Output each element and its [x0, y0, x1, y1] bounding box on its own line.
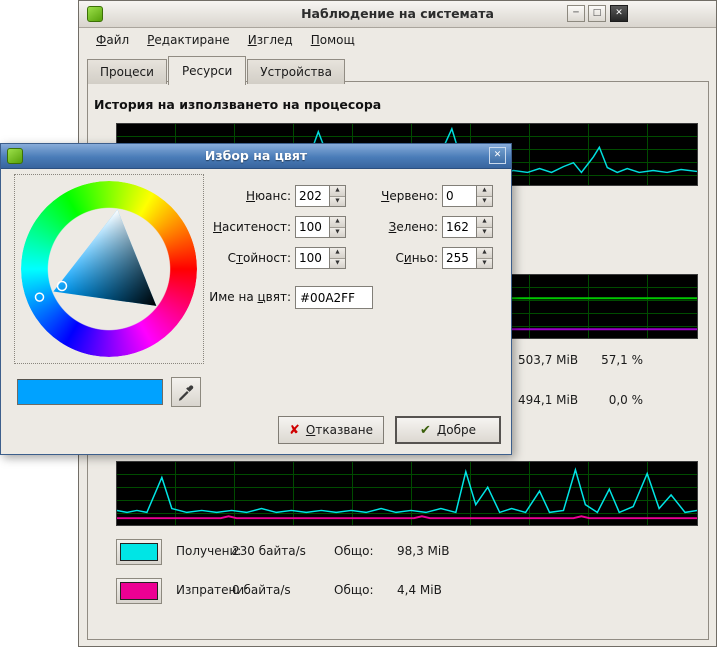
ok-button-label: Добре	[437, 423, 476, 437]
sent-color-button[interactable]	[116, 578, 162, 604]
hue-input[interactable]	[296, 186, 329, 206]
menu-view[interactable]: Изглед	[239, 30, 302, 50]
red-input[interactable]	[443, 186, 476, 206]
memory-percent-value: 57,1 %	[579, 353, 643, 367]
menu-edit[interactable]: Редактиране	[138, 30, 239, 50]
red-spin-up-icon[interactable]: ▲	[477, 186, 492, 197]
tab-processes[interactable]: Процеси	[87, 59, 167, 84]
ok-button[interactable]: ✔ Добре	[395, 416, 501, 444]
hue-knob[interactable]	[36, 293, 44, 301]
dialog-titlebar[interactable]: Избор на цвят ✕	[1, 144, 511, 169]
received-color-swatch	[120, 543, 158, 561]
minimize-button[interactable]: ─	[567, 5, 585, 22]
cpu-history-heading: История на използването на процесора	[94, 97, 381, 112]
ok-check-icon: ✔	[420, 423, 431, 438]
cancel-x-icon: ✘	[289, 423, 300, 438]
memory-size-value: 503,7 MiB	[518, 353, 578, 367]
green-spin-up-icon[interactable]: ▲	[477, 217, 492, 228]
maximize-button[interactable]: □	[588, 5, 606, 22]
cancel-button[interactable]: ✘ Отказване	[278, 416, 384, 444]
dialog-close-button[interactable]: ✕	[489, 147, 506, 164]
menu-help[interactable]: Помощ	[302, 30, 364, 50]
value-label: Стойност:	[191, 251, 291, 265]
color-preview	[17, 379, 163, 405]
saturation-label: Наситеност:	[191, 220, 291, 234]
net-received-line	[117, 470, 697, 513]
green-label: Зелено:	[338, 220, 438, 234]
green-input[interactable]	[443, 217, 476, 237]
received-total: 98,3 MiB	[397, 544, 449, 558]
green-spinbox: ▲ ▼	[442, 216, 493, 238]
hsv-triangle-black-shade	[53, 210, 156, 306]
green-spin-down-icon[interactable]: ▼	[477, 228, 492, 238]
net-sent-line	[117, 516, 697, 518]
red-spinbox: ▲ ▼	[442, 185, 493, 207]
close-button[interactable]: ✕	[610, 5, 628, 22]
swap-percent-value: 0,0 %	[579, 393, 643, 407]
menubar: Файл Редактиране Изглед Помощ	[79, 28, 716, 52]
blue-label: Синьо:	[338, 251, 438, 265]
eyedropper-icon	[176, 382, 196, 402]
eyedropper-button[interactable]	[171, 377, 201, 407]
notebook-tabs: Процеси Ресурси Устройства	[87, 56, 346, 84]
sent-color-swatch	[120, 582, 158, 600]
received-total-label: Общо:	[334, 544, 374, 558]
cancel-button-label: Отказване	[306, 423, 373, 437]
network-history-chart	[116, 461, 698, 526]
received-color-button[interactable]	[116, 539, 162, 565]
sent-total: 4,4 MiB	[397, 583, 442, 597]
saturation-input[interactable]	[296, 217, 329, 237]
color-picker-dialog: Избор на цвят ✕ Нюанс: Наситеност: Стойн…	[0, 143, 512, 455]
blue-spinbox: ▲ ▼	[442, 247, 493, 269]
received-rate: 230 байта/s	[232, 544, 306, 558]
tab-resources[interactable]: Ресурси	[168, 56, 246, 85]
blue-spin-up-icon[interactable]: ▲	[477, 248, 492, 259]
hsv-triangle-selector[interactable]	[21, 181, 197, 357]
red-spin-down-icon[interactable]: ▼	[477, 197, 492, 207]
color-name-input[interactable]	[295, 286, 373, 309]
tab-devices[interactable]: Устройства	[247, 59, 345, 84]
swap-size-value: 494,1 MiB	[518, 393, 578, 407]
hue-label: Нюанс:	[191, 189, 291, 203]
value-input[interactable]	[296, 248, 329, 268]
menu-file[interactable]: Файл	[87, 30, 138, 50]
main-titlebar[interactable]: Наблюдение на системата ─ □ ✕	[79, 1, 716, 28]
sent-total-label: Общо:	[334, 583, 374, 597]
blue-input[interactable]	[443, 248, 476, 268]
blue-spin-down-icon[interactable]: ▼	[477, 259, 492, 269]
red-label: Червено:	[338, 189, 438, 203]
sent-rate: 0 байта/s	[232, 583, 291, 597]
color-name-label: Име на цвят:	[171, 290, 291, 304]
dialog-title: Избор на цвят	[1, 148, 511, 163]
